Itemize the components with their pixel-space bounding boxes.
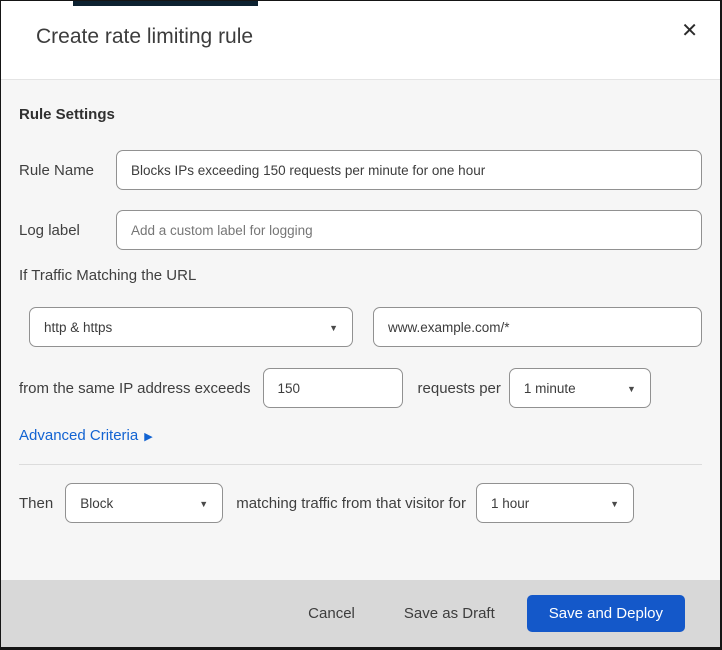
duration-select-value: 1 hour <box>491 495 530 511</box>
chevron-down-icon: ▼ <box>626 384 636 394</box>
period-select[interactable]: 1 minute ▼ <box>508 368 651 408</box>
create-rate-limiting-rule-dialog: Create rate limiting rule ✕ Rule Setting… <box>0 0 722 650</box>
save-as-draft-button[interactable]: Save as Draft <box>400 597 499 630</box>
log-label-row: Log label <box>19 210 702 250</box>
chevron-down-icon: ▼ <box>610 499 620 509</box>
chevron-down-icon: ▼ <box>199 499 209 509</box>
cancel-button[interactable]: Cancel <box>304 597 359 630</box>
traffic-match-row: http & https ▼ <box>19 307 702 347</box>
rule-settings-heading: Rule Settings <box>19 106 115 123</box>
duration-select[interactable]: 1 hour ▼ <box>476 483 635 523</box>
rule-name-input[interactable] <box>116 150 702 190</box>
rule-name-label: Rule Name <box>19 161 95 179</box>
url-pattern-input[interactable] <box>373 307 702 347</box>
dialog-footer: Cancel Save as Draft Save and Deploy <box>1 580 720 647</box>
matching-traffic-text: matching traffic from that visitor for <box>236 494 467 512</box>
save-and-deploy-button[interactable]: Save and Deploy <box>526 595 685 632</box>
advanced-criteria-link[interactable]: Advanced Criteria ▶ <box>19 427 153 444</box>
action-row: Then Block ▼ matching traffic from that … <box>19 483 702 523</box>
top-edge-artifact <box>73 1 258 6</box>
chevron-down-icon: ▼ <box>329 323 338 333</box>
action-select-value: Block <box>80 495 114 511</box>
protocol-select-value: http & https <box>44 319 113 335</box>
advanced-criteria-label: Advanced Criteria <box>19 427 139 444</box>
then-text: Then <box>19 494 54 512</box>
action-select[interactable]: Block ▼ <box>65 483 224 523</box>
dialog-body: Rule Settings Rule Name Log label If Tra… <box>1 80 720 580</box>
request-count-input[interactable] <box>262 368 403 408</box>
protocol-select[interactable]: http & https ▼ <box>29 307 353 347</box>
dialog-header: Create rate limiting rule ✕ <box>1 1 720 80</box>
close-icon[interactable]: ✕ <box>677 17 702 45</box>
log-label-label: Log label <box>19 221 80 239</box>
traffic-match-heading: If Traffic Matching the URL <box>19 267 197 284</box>
section-divider <box>19 464 702 465</box>
period-select-value: 1 minute <box>523 380 576 396</box>
threshold-prefix-text: from the same IP address exceeds <box>19 379 251 397</box>
threshold-row: from the same IP address exceeds request… <box>19 368 702 408</box>
requests-per-text: requests per <box>417 379 501 397</box>
arrow-right-icon: ▶ <box>144 431 153 443</box>
rule-name-row: Rule Name <box>19 150 702 190</box>
dialog-title: Create rate limiting rule <box>36 25 254 48</box>
log-label-input[interactable] <box>116 210 702 250</box>
